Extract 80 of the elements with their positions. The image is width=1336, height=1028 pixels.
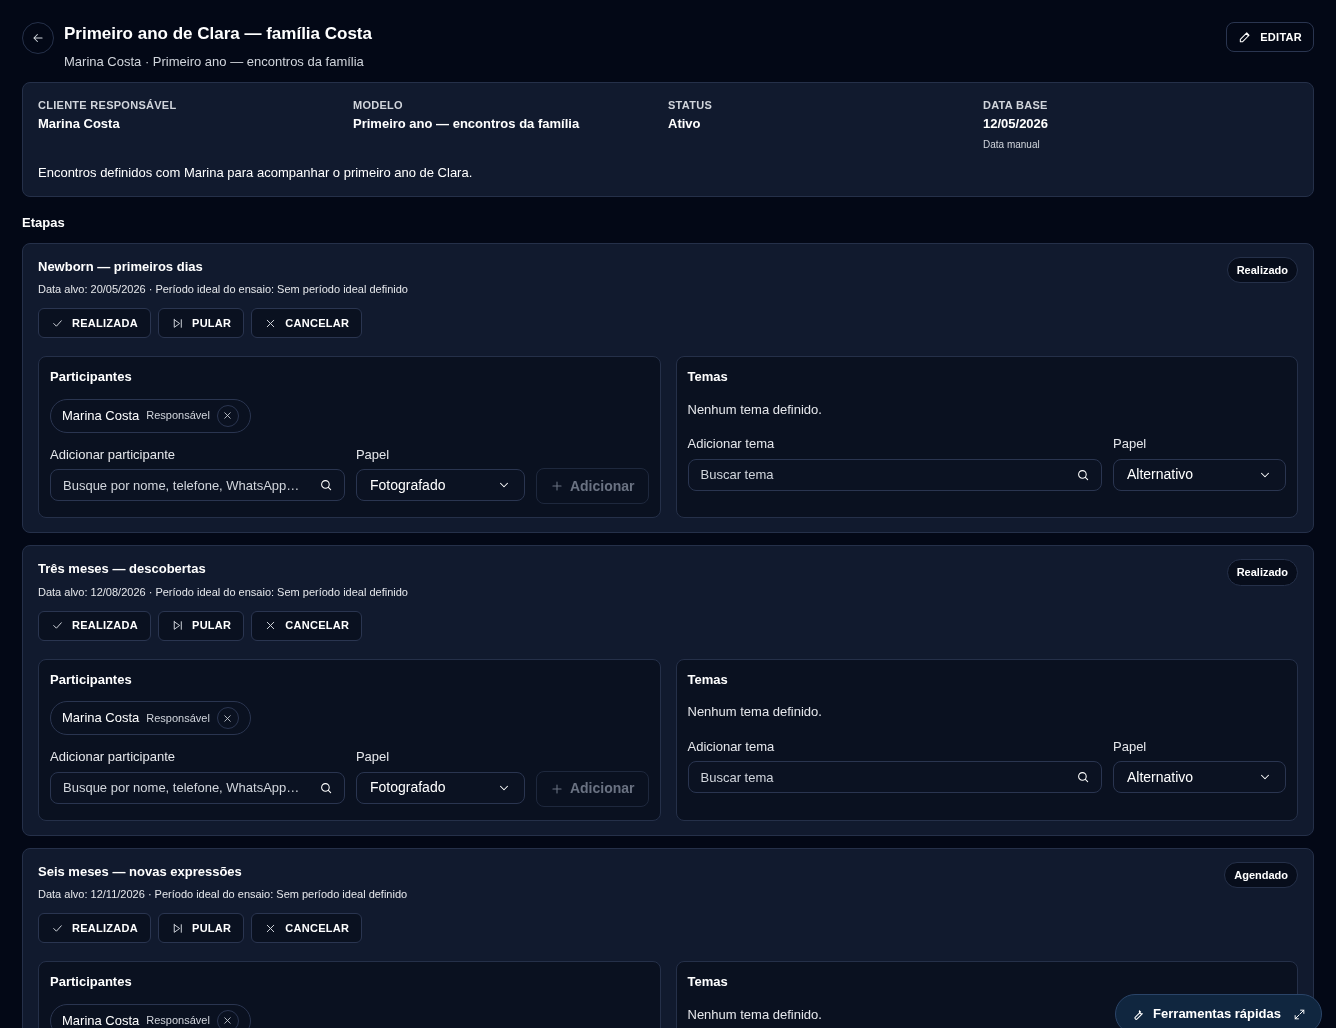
field-label: Papel (1113, 737, 1148, 756)
stage-title: Newborn — primeiros dias (38, 257, 204, 276)
cancel-button[interactable]: CANCELAR (251, 308, 363, 338)
skip-icon (171, 921, 185, 935)
edit-button[interactable]: EDITAR (1226, 22, 1314, 52)
skip-button[interactable]: PULAR (158, 610, 245, 641)
empty-themes-text: Nenhum tema definido. (687, 1005, 822, 1024)
field-label: Adicionar tema (687, 737, 776, 756)
section-title: Etapas (22, 214, 66, 231)
cancel-button[interactable]: CANCELAR (251, 913, 363, 943)
pencil-icon (1238, 30, 1253, 44)
search-icon (318, 780, 333, 795)
panel-title: Participantes (50, 973, 133, 991)
panel-title: Temas (687, 670, 729, 689)
done-button[interactable]: REALIZADA (38, 610, 152, 641)
skip-icon (171, 316, 185, 330)
search-icon (1076, 467, 1090, 482)
description-text: Encontros definidos com Marina para acompanhar o primeiro ano de Clara. (38, 164, 474, 181)
empty-themes-text: Nenhum tema definido. (687, 703, 822, 721)
check-icon (51, 619, 64, 632)
field-label: Papel (355, 748, 391, 766)
skip-button[interactable]: PULAR (158, 308, 245, 338)
participant-name: Marina Costa (62, 709, 140, 728)
stage-meta: Data alvo: 12/08/2026 · Período ideal do ensaio: Sem período ideal definido (38, 584, 408, 599)
participant-name: Marina Costa (62, 406, 140, 425)
field-label: DATA BASE (983, 97, 1049, 112)
close-icon (222, 410, 234, 421)
participant-role: Responsável (146, 710, 210, 726)
panel-title: Temas (687, 368, 729, 386)
field-value: Primeiro ano — encontros da família (353, 115, 581, 132)
role-select[interactable]: Alternativo (1113, 458, 1286, 491)
skip-icon (171, 619, 185, 632)
done-button[interactable]: REALIZADA (38, 913, 152, 943)
quick-tools-button[interactable]: Ferramentas rápidas (1115, 994, 1322, 1028)
search-icon (318, 478, 333, 492)
field-label: Papel (1113, 435, 1148, 453)
plus-icon (549, 781, 564, 796)
back-arrow-icon (31, 31, 45, 45)
field-label: Adicionar tema (687, 435, 776, 453)
close-icon (222, 712, 234, 724)
stage-title: Três meses — descobertas (38, 560, 207, 578)
stage-meta: Data alvo: 12/11/2026 · Período ideal do ensaio: Sem período ideal definido (38, 887, 408, 901)
participant-role: Responsável (146, 1013, 210, 1028)
field-label: STATUS (668, 97, 714, 112)
field-value: Marina Costa (38, 115, 121, 132)
search-icon (1076, 770, 1090, 784)
page-title: Primeiro ano de Clara — família Costa (64, 23, 372, 45)
field-label: Adicionar participante (50, 748, 177, 766)
participant-search-field[interactable]: Busque por nome, telefone, WhatsApp… (50, 469, 345, 501)
stage-meta: Data alvo: 20/05/2026 · Período ideal do ensaio: Sem período ideal definido (38, 282, 408, 296)
field-label: CLIENTE RESPONSÁVEL (38, 97, 178, 112)
done-button[interactable]: REALIZADA (38, 308, 152, 338)
status-badge: Realizado (1226, 256, 1298, 283)
theme-search-field[interactable]: Buscar tema (687, 761, 1102, 793)
participant-name: Marina Costa (62, 1011, 140, 1028)
field-value: Ativo (668, 115, 702, 132)
role-select[interactable]: Fotografado (355, 469, 525, 501)
empty-themes-text: Nenhum tema definido. (687, 400, 822, 419)
stage-title: Seis meses — novas expressões (38, 862, 243, 881)
field-value: 12/05/2026 (983, 115, 1050, 132)
role-select[interactable]: Fotografado (355, 771, 525, 804)
status-badge: Agendado (1224, 861, 1298, 888)
theme-search-field[interactable]: Buscar tema (687, 458, 1102, 491)
cancel-button[interactable]: CANCELAR (251, 610, 363, 641)
page-subtitle: Marina Costa · Primeiro ano — encontros da família (64, 53, 365, 71)
role-select[interactable]: Alternativo (1113, 761, 1286, 793)
field-note: Data manual (983, 137, 1041, 151)
participant-role: Responsável (146, 408, 210, 424)
plus-icon (549, 479, 564, 493)
status-badge: Realizado (1226, 559, 1298, 586)
close-icon (222, 1015, 234, 1026)
skip-button[interactable]: PULAR (158, 913, 245, 943)
participant-search-field[interactable]: Busque por nome, telefone, WhatsApp… (50, 771, 345, 804)
field-label: MODELO (353, 97, 404, 112)
field-label: Adicionar participante (50, 445, 177, 464)
expand-icon (1293, 1007, 1306, 1021)
panel-title: Participantes (50, 670, 133, 689)
panel-title: Temas (687, 973, 729, 991)
field-label: Papel (355, 445, 391, 464)
panel-title: Participantes (50, 368, 133, 386)
